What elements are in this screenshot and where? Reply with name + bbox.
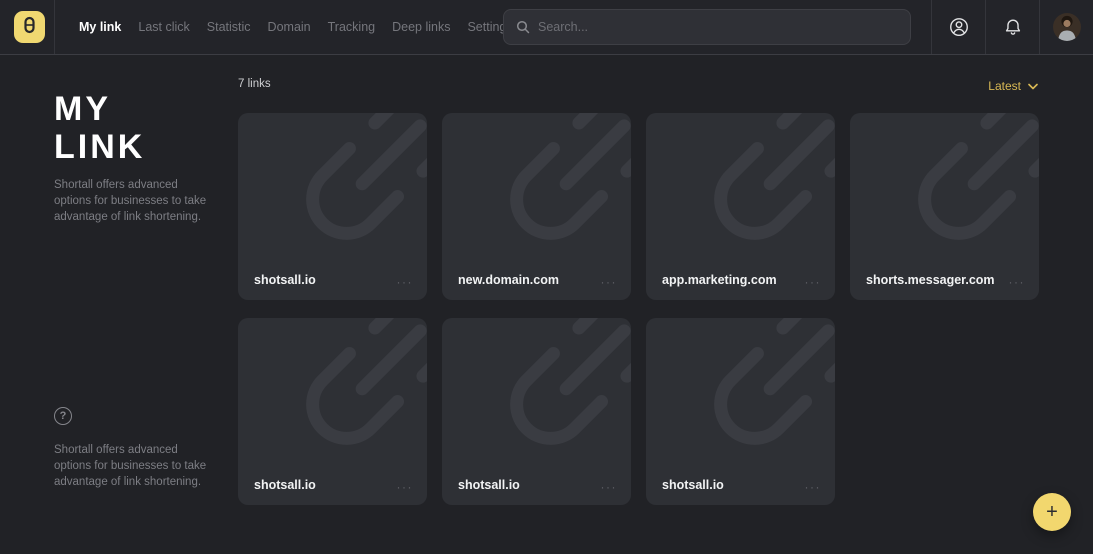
nav-item-tracking[interactable]: Tracking [328,20,375,34]
link-domain-label: app.marketing.com [662,273,777,287]
top-bar: My link Last click Statistic Domain Trac… [0,0,1093,55]
sort-label: Latest [988,79,1021,93]
page-title-line1: MY [54,90,111,128]
link-card[interactable]: shotsall.io ··· [646,318,835,505]
link-domain-label: shotsall.io [254,478,316,492]
user-avatar [1053,13,1081,41]
sort-dropdown[interactable]: Latest [988,79,1038,93]
sidebar-description: Shortall offers advanced options for bus… [54,177,210,225]
account-icon [948,16,970,38]
page-title: MY LINK [54,90,145,166]
card-menu-icon[interactable]: ··· [397,480,414,494]
link-watermark-icon [673,113,835,281]
nav-item-statistic[interactable]: Statistic [207,20,251,34]
account-button[interactable] [931,0,985,54]
link-watermark-icon [265,113,427,281]
link-domain-label: shotsall.io [458,478,520,492]
card-menu-icon[interactable]: ··· [805,275,822,289]
header-actions [931,0,1093,54]
card-menu-icon[interactable]: ··· [805,480,822,494]
links-count: 7 links [238,78,271,90]
link-domain-label: shorts.messager.com [866,273,995,287]
link-watermark-icon [673,318,835,486]
link-watermark-icon [469,113,631,281]
link-card[interactable]: shotsall.io ··· [442,318,631,505]
profile-button[interactable] [1039,0,1093,54]
card-menu-icon[interactable]: ··· [1009,275,1026,289]
links-grid: shotsall.io ··· new.domain.com ··· app.m… [238,113,1039,505]
nav-item-my-link[interactable]: My link [79,20,121,34]
link-card[interactable]: shotsall.io ··· [238,318,427,505]
card-menu-icon[interactable]: ··· [601,480,618,494]
help-icon[interactable]: ? [54,407,72,425]
link-domain-label: shotsall.io [254,273,316,287]
sidebar-help-description: Shortall offers advanced options for bus… [54,442,210,490]
nav-item-setting[interactable]: Setting [467,20,506,34]
link-watermark-icon [469,318,631,486]
nav-item-domain[interactable]: Domain [268,20,311,34]
search-icon [516,20,530,34]
link-card[interactable]: shorts.messager.com ··· [850,113,1039,300]
nav-item-deep-links[interactable]: Deep links [392,20,450,34]
page-title-line2: LINK [54,128,145,166]
link-domain-label: new.domain.com [458,273,559,287]
link-watermark-icon [877,113,1039,281]
link-card[interactable]: new.domain.com ··· [442,113,631,300]
notifications-button[interactable] [985,0,1039,54]
chain-link-icon [23,16,36,39]
app-logo[interactable] [14,11,45,43]
add-link-button[interactable]: + [1033,493,1071,531]
bell-icon [1002,16,1024,38]
search-input[interactable] [538,20,898,34]
chevron-down-icon [1028,83,1038,90]
nav-item-last-click[interactable]: Last click [138,20,189,34]
link-card[interactable]: app.marketing.com ··· [646,113,835,300]
link-domain-label: shotsall.io [662,478,724,492]
link-watermark-icon [265,318,427,486]
search-bar[interactable] [503,9,911,45]
card-menu-icon[interactable]: ··· [601,275,618,289]
card-menu-icon[interactable]: ··· [397,275,414,289]
main-nav: My link Last click Statistic Domain Trac… [54,0,506,54]
link-card[interactable]: shotsall.io ··· [238,113,427,300]
